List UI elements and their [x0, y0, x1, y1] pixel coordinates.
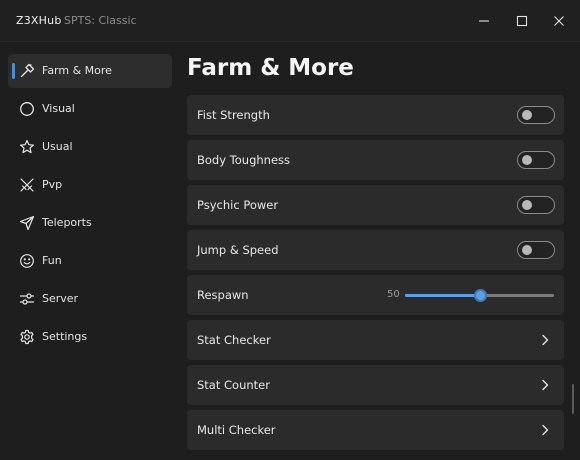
option-label: Fist Strength [197, 108, 270, 122]
title-bar[interactable]: Z3XHub SPTS: Classic [0, 0, 580, 42]
option-label: Stat Checker [197, 333, 271, 347]
gear-icon [20, 329, 34, 345]
toggle-row-psychic-power: Psychic Power [187, 185, 564, 225]
toggle-row-body-toughness: Body Toughness [187, 140, 564, 180]
sidebar-item-label: Server [42, 292, 79, 305]
sidebar-item-fun[interactable]: Fun [8, 244, 172, 278]
sidebar-item-usual[interactable]: Usual [8, 130, 172, 164]
toggle-knob [522, 155, 532, 165]
circle-icon [20, 102, 34, 116]
toggle-row-fist-strength: Fist Strength [187, 95, 564, 135]
app-subtitle: SPTS: Classic [64, 14, 137, 27]
sidebar-item-label: Fun [42, 254, 62, 267]
app-title: Z3XHub [16, 14, 62, 27]
chevron-right-icon [542, 379, 549, 391]
sidebar-item-visual[interactable]: Visual [8, 92, 172, 126]
sidebar: Farm & More Visual Usual Pvp Teleports F… [0, 43, 180, 460]
sidebar-item-label: Settings [42, 330, 88, 343]
chevron-right-icon [542, 334, 549, 346]
sidebar-item-label: Teleports [42, 216, 92, 229]
app-window: Z3XHub SPTS: Classic Farm & More Visual [0, 0, 580, 460]
link-row-multi-checker[interactable]: Multi Checker [187, 410, 564, 450]
swords-icon [20, 178, 34, 192]
sidebar-item-teleports[interactable]: Teleports [8, 206, 172, 240]
option-label: Respawn [197, 288, 249, 302]
hammer-icon [20, 63, 35, 78]
sidebar-item-label: Visual [42, 102, 75, 115]
chevron-right-icon [542, 424, 549, 436]
toggle-row-jump-and-speed: Jump & Speed [187, 230, 564, 270]
star-icon [20, 139, 34, 154]
send-icon [19, 215, 35, 231]
slider-row-respawn: Respawn 50 [187, 275, 564, 315]
sidebar-item-label: Usual [42, 140, 73, 153]
respawn-value: 50 [387, 289, 400, 300]
body-toughness-toggle[interactable] [517, 151, 555, 169]
link-row-stat-checker[interactable]: Stat Checker [187, 320, 564, 360]
active-indicator [12, 63, 15, 79]
sidebar-item-settings[interactable]: Settings [8, 320, 172, 354]
sliders-icon [19, 293, 35, 305]
maximize-icon [516, 15, 528, 27]
options-list: Fist Strength Body Toughness Psychic Pow… [187, 95, 564, 460]
sidebar-item-server[interactable]: Server [8, 282, 172, 316]
option-label: Multi Checker [197, 423, 276, 437]
toggle-knob [522, 110, 532, 120]
option-label: Jump & Speed [197, 243, 279, 257]
toggle-knob [522, 245, 532, 255]
option-label: Stat Counter [197, 378, 270, 392]
psychic-power-toggle[interactable] [517, 196, 555, 214]
jump-speed-toggle[interactable] [517, 241, 555, 259]
minimize-button[interactable] [468, 6, 500, 36]
maximize-button[interactable] [506, 6, 538, 36]
respawn-slider[interactable] [405, 289, 554, 302]
close-icon [554, 16, 564, 26]
page-title: Farm & More [187, 55, 354, 81]
fist-strength-toggle[interactable] [517, 106, 555, 124]
smile-icon [20, 254, 34, 268]
slider-fill [405, 294, 480, 297]
sidebar-item-label: Farm & More [42, 64, 112, 77]
scrollbar-thumb[interactable] [572, 384, 574, 414]
minimize-icon [479, 20, 489, 22]
close-button[interactable] [543, 6, 575, 36]
option-label: Psychic Power [197, 198, 279, 212]
link-row-stat-counter[interactable]: Stat Counter [187, 365, 564, 405]
sidebar-item-label: Pvp [42, 178, 63, 191]
toggle-knob [522, 200, 532, 210]
sidebar-item-pvp[interactable]: Pvp [8, 168, 172, 202]
sidebar-item-farm-and-more[interactable]: Farm & More [8, 54, 172, 88]
option-label: Body Toughness [197, 153, 291, 167]
slider-thumb[interactable] [473, 289, 487, 302]
